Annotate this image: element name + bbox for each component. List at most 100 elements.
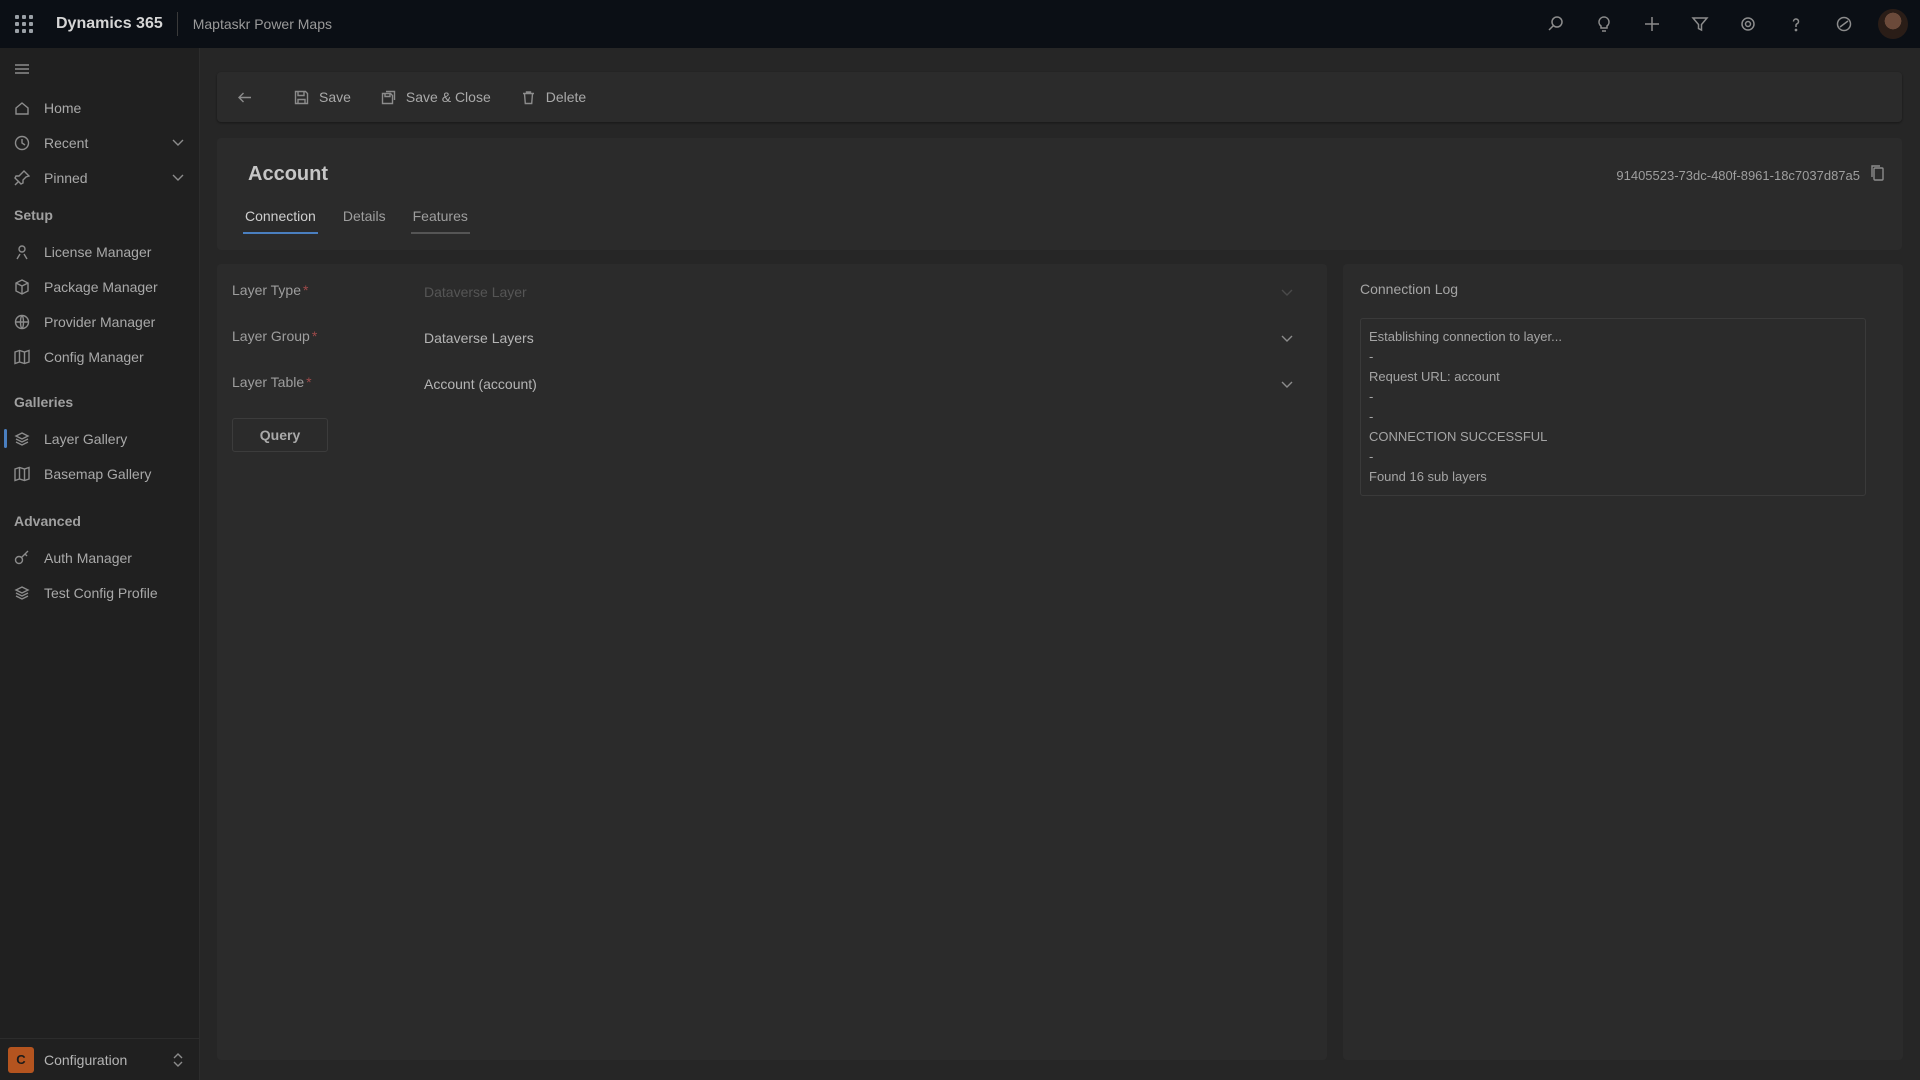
home-icon xyxy=(15,101,29,115)
field-label: Layer Type * xyxy=(232,282,309,298)
sidebar-item-layer-gallery[interactable]: Layer Gallery xyxy=(0,421,199,456)
waffle-icon xyxy=(15,15,33,33)
command-bar: Save Save & Close Delete xyxy=(217,72,1902,122)
sidebar-item-provider-manager[interactable]: Provider Manager xyxy=(0,304,199,339)
log-line: Found 16 sub layers xyxy=(1369,469,1487,484)
map-icon xyxy=(14,349,30,364)
nav-section-setup: Setup xyxy=(14,206,53,223)
layer-group-value: Dataverse Layers xyxy=(424,330,534,346)
field-layer-table[interactable]: Layer Table * Account (account) xyxy=(232,368,1302,398)
package-icon xyxy=(15,278,29,295)
record-header: Account 91405523-73dc-480f-8961-18c7037d… xyxy=(217,138,1902,250)
menu-toggle-button[interactable] xyxy=(0,48,199,90)
chevron-down-icon[interactable] xyxy=(171,170,185,184)
arrow-left-icon xyxy=(238,92,251,102)
chevron-updown-icon xyxy=(173,1053,183,1067)
sidebar-item-label: Package Manager xyxy=(44,278,158,295)
trash-icon xyxy=(522,90,534,104)
record-id: 91405523-73dc-480f-8961-18c7037d87a5 xyxy=(1616,168,1860,183)
save-and-close-button[interactable]: Save & Close xyxy=(381,89,491,105)
copilot-button[interactable] xyxy=(1820,0,1868,48)
hamburger-icon xyxy=(15,64,29,74)
log-line: CONNECTION SUCCESSFUL xyxy=(1369,429,1548,444)
sidebar-item-license-manager[interactable]: License Manager xyxy=(0,234,199,269)
app-subtitle[interactable]: Maptaskr Power Maps xyxy=(178,16,332,32)
area-switcher[interactable]: C Configuration xyxy=(0,1038,199,1080)
sidebar: Home Recent Pinned Setup License Manager… xyxy=(0,48,200,1080)
sidebar-item-package-manager[interactable]: Package Manager xyxy=(0,269,199,304)
top-icons xyxy=(1532,0,1920,48)
delete-label: Delete xyxy=(545,89,587,105)
filter-icon xyxy=(1691,17,1709,32)
sidebar-item-label: Provider Manager xyxy=(44,313,156,330)
key-icon xyxy=(14,550,29,564)
lightbulb-icon xyxy=(1598,16,1610,32)
tab-connection[interactable]: Connection xyxy=(243,208,318,234)
log-title: Connection Log xyxy=(1360,281,1459,297)
query-button[interactable]: Query xyxy=(232,418,328,452)
area-badge: C xyxy=(8,1046,34,1073)
copilot-icon xyxy=(1836,16,1852,32)
sidebar-item-test-config-profile[interactable]: Test Config Profile xyxy=(0,575,199,610)
settings-button[interactable] xyxy=(1724,0,1772,48)
page-title: Account xyxy=(248,163,328,185)
tips-button[interactable] xyxy=(1580,0,1628,48)
help-button[interactable] xyxy=(1772,0,1820,48)
log-line: - xyxy=(1369,349,1374,364)
globe-icon xyxy=(14,314,30,329)
copy-icon[interactable] xyxy=(1870,164,1886,182)
log-line: - xyxy=(1369,409,1374,424)
save-button[interactable]: Save xyxy=(294,89,351,105)
connection-log-panel: Connection Log Establishing connection t… xyxy=(1343,264,1903,1060)
search-button[interactable] xyxy=(1532,0,1580,48)
plus-icon xyxy=(1645,17,1659,31)
layer-table-value: Account (account) xyxy=(424,376,537,392)
sidebar-item-recent[interactable]: Recent xyxy=(0,125,199,160)
field-label: Layer Table * xyxy=(232,374,312,390)
help-icon xyxy=(1792,18,1800,32)
layer-type-value: Dataverse Layer xyxy=(424,284,527,300)
sidebar-item-label: Auth Manager xyxy=(44,549,132,566)
delete-button[interactable]: Delete xyxy=(521,89,586,105)
clock-icon xyxy=(14,135,30,150)
log-line: - xyxy=(1369,389,1374,404)
sidebar-item-label: Home xyxy=(44,99,82,116)
tab-list: Connection Details Features xyxy=(243,208,493,234)
nav-section-galleries: Galleries xyxy=(14,393,74,410)
map-icon xyxy=(14,466,30,481)
chevron-down-icon xyxy=(1281,335,1293,342)
license-icon xyxy=(16,244,28,259)
filter-button[interactable] xyxy=(1676,0,1724,48)
log-output[interactable]: Establishing connection to layer... - Re… xyxy=(1360,318,1866,496)
sidebar-item-auth-manager[interactable]: Auth Manager xyxy=(0,540,199,575)
chevron-down-icon[interactable] xyxy=(171,135,185,149)
save-close-icon xyxy=(381,90,396,104)
sidebar-item-config-manager[interactable]: Config Manager xyxy=(0,339,199,374)
sidebar-item-label: License Manager xyxy=(44,243,152,260)
chevron-down-icon xyxy=(1281,381,1293,388)
avatar[interactable] xyxy=(1878,9,1908,39)
sidebar-item-label: Basemap Gallery xyxy=(44,465,152,482)
field-layer-type[interactable]: Layer Type * Dataverse Layer xyxy=(232,276,1302,306)
new-button[interactable] xyxy=(1628,0,1676,48)
tab-details[interactable]: Details xyxy=(341,208,388,234)
tab-features[interactable]: Features xyxy=(410,208,471,234)
area-label: Configuration xyxy=(44,1051,128,1068)
sidebar-item-label: Config Manager xyxy=(44,348,144,365)
sidebar-item-home[interactable]: Home xyxy=(0,90,199,125)
save-close-label: Save & Close xyxy=(405,89,491,105)
app-launcher-button[interactable] xyxy=(0,0,48,48)
sidebar-item-label: Layer Gallery xyxy=(44,430,128,447)
back-button[interactable] xyxy=(237,90,262,105)
field-label: Layer Group * xyxy=(232,328,318,344)
sidebar-item-pinned[interactable]: Pinned xyxy=(0,160,199,195)
log-line: Request URL: account xyxy=(1369,369,1500,384)
field-layer-group[interactable]: Layer Group * Dataverse Layers xyxy=(232,322,1302,352)
log-line: - xyxy=(1369,449,1374,464)
sidebar-item-basemap-gallery[interactable]: Basemap Gallery xyxy=(0,456,199,491)
log-line: Establishing connection to layer... xyxy=(1369,329,1562,344)
main-content: Save Save & Close Delete Account 9140552… xyxy=(200,48,1920,1080)
app-name[interactable]: Dynamics 365 xyxy=(48,12,178,36)
sidebar-item-label: Pinned xyxy=(44,169,88,186)
sidebar-item-label: Test Config Profile xyxy=(44,584,158,601)
